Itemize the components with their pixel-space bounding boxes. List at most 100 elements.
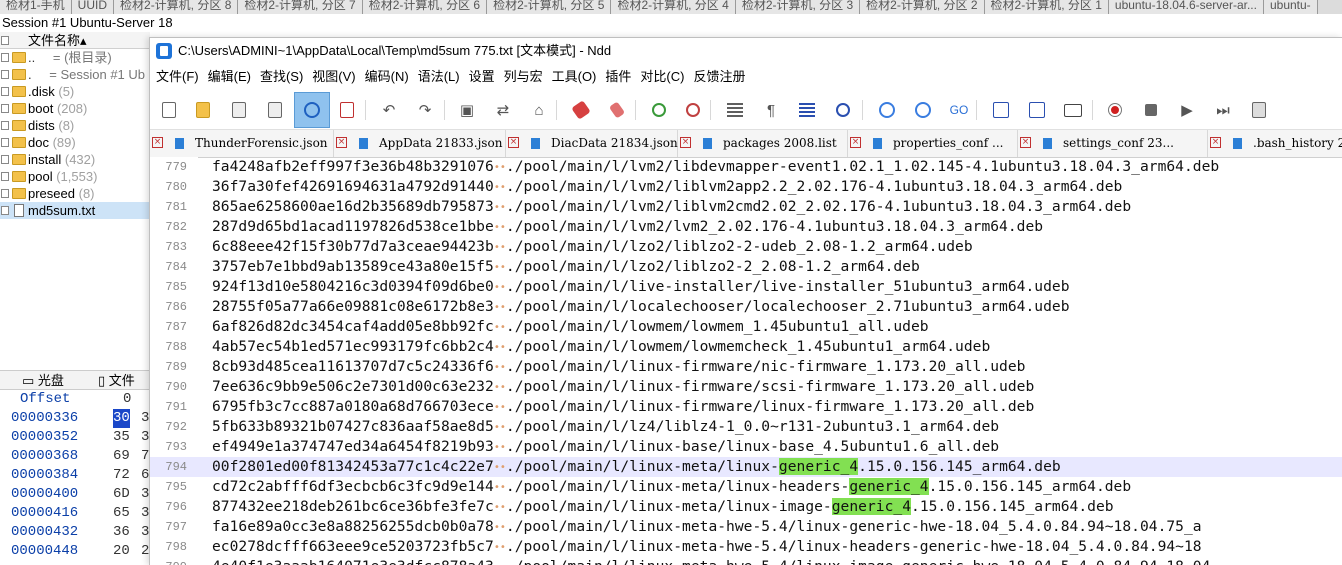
close-tab-icon[interactable]: × [1020,137,1031,148]
redo-icon[interactable]: ↷ [414,99,436,121]
row-checkbox[interactable] [1,70,9,79]
text-editor[interactable]: 779 fa4248afb2eff997f3e36b48b3291076••./p… [150,157,1342,565]
menu-item[interactable]: 列与宏 [503,64,549,90]
hex-byte[interactable]: 72 [113,466,130,485]
file-tab[interactable]: × properties_conf ... [848,130,1018,157]
replace-icon[interactable]: ⇄ [492,99,514,121]
row-checkbox[interactable] [1,138,9,147]
split-vertical-icon[interactable] [1026,99,1048,121]
case-tab[interactable]: 检材2-计算机, 分区 2 [860,0,985,14]
hex-byte[interactable]: 35 [113,428,130,447]
file-monitor-icon[interactable] [294,92,330,128]
target-icon[interactable] [832,99,854,121]
close-tab-icon[interactable]: × [152,137,163,148]
menu-item[interactable]: 语法(L) [417,64,466,90]
goto-icon[interactable]: GO [948,99,970,121]
close-file-icon[interactable] [336,99,358,121]
file-tab[interactable]: × packages 2008.list [678,130,848,157]
play-macro-icon[interactable]: ▶ [1176,99,1198,121]
case-tab[interactable]: 检材2-计算机, 分区 5 [487,0,612,14]
bookmark-icon[interactable]: ⌂ [528,99,550,121]
tree-folder-item[interactable]: boot (208) [0,100,150,117]
file-tab[interactable]: × ThunderForensic.json [150,130,334,157]
hex-view[interactable]: Offset 0 00000336 30 3 00000352 35 3 00000368 6… [0,390,150,565]
save-macro-icon[interactable] [1248,99,1270,121]
menu-item[interactable]: 编码(N) [364,64,415,90]
case-tab[interactable]: 检材2-计算机, 分区 4 [611,0,736,14]
tree-file-item[interactable]: md5sum.txt [0,202,150,219]
eraser-icon[interactable] [570,99,592,121]
close-tab-icon[interactable]: × [1210,137,1221,148]
new-file-icon[interactable] [158,99,180,121]
tree-folder-item[interactable]: pool (1,553) [0,168,150,185]
case-tab[interactable]: 检材2-计算机, 分区 1 [984,0,1109,14]
tree-folder-item[interactable]: preseed (8) [0,185,150,202]
prev-arrow-icon[interactable] [876,99,898,121]
close-tab-icon[interactable]: × [850,137,861,148]
case-tab[interactable]: ubuntu-18.04.6-server-ar... [1108,0,1264,14]
menu-item[interactable]: 反馈注册 [692,64,751,90]
file-tab[interactable]: × AppData 21833.json [334,130,506,157]
menu-item[interactable]: 插件 [604,64,637,90]
menu-item[interactable]: 文件(F) [155,64,205,90]
hex-byte[interactable]: 69 [113,447,130,466]
tree-folder-item[interactable]: install (432) [0,151,150,168]
hex-byte[interactable]: 20 [113,542,130,561]
tab-file[interactable]: ▯ 文件 [98,372,135,390]
split-horizontal-icon[interactable] [990,99,1012,121]
select-all-checkbox[interactable] [1,36,9,45]
row-checkbox[interactable] [1,155,9,164]
tree-folder-item[interactable]: .. = (根目录) [0,49,150,66]
hex-byte[interactable]: 65 [113,504,130,523]
menu-item[interactable]: 编辑(E) [207,64,257,90]
menu-item[interactable]: 视图(V) [311,64,361,90]
row-checkbox[interactable] [1,87,9,96]
word-wrap-icon[interactable] [724,99,746,121]
file-tab[interactable]: × DiacData 21834.json [506,130,678,157]
case-tab[interactable]: UUID [71,0,115,14]
row-checkbox[interactable] [1,121,9,130]
open-folder-icon[interactable] [192,99,214,121]
case-tab[interactable]: 检材2-计算机, 分区 7 [238,0,363,14]
show-symbols-icon[interactable]: ¶ [760,99,782,121]
row-checkbox[interactable] [1,189,9,198]
row-checkbox[interactable] [1,53,9,62]
tree-folder-item[interactable]: .disk (5) [0,83,150,100]
hex-byte[interactable]: 30 [113,409,130,428]
case-tab[interactable]: 检材1-手机 [0,0,72,14]
file-tab[interactable]: × settings_conf 23... [1018,130,1208,157]
indent-guide-icon[interactable] [796,99,818,121]
row-checkbox[interactable] [1,104,9,113]
save-all-icon[interactable] [264,99,286,121]
save-icon[interactable] [228,99,250,121]
menu-item[interactable]: 设置 [468,64,501,90]
clear-mark-icon[interactable] [606,99,628,121]
next-arrow-icon[interactable] [912,99,934,121]
stop-macro-icon[interactable] [1140,99,1162,121]
tree-folder-item[interactable]: dists (8) [0,117,150,134]
record-macro-icon[interactable] [1104,99,1126,121]
case-tab[interactable]: 检材2-计算机, 分区 3 [735,0,861,14]
case-tab[interactable]: 检材2-计算机, 分区 6 [362,0,488,14]
hex-byte[interactable]: 36 [113,523,130,542]
menu-item[interactable]: 查找(S) [259,64,309,90]
close-tab-icon[interactable]: × [680,137,691,148]
hex-byte[interactable]: 6D [113,485,130,504]
zoom-out-icon[interactable] [682,99,704,121]
close-tab-icon[interactable]: × [336,137,347,148]
tab-disk[interactable]: ▭ 光盘 [22,372,64,390]
case-tab[interactable]: ubuntu- [1263,0,1318,14]
file-tab[interactable]: × .bash_history 2 [1208,130,1342,157]
undo-icon[interactable]: ↶ [378,99,400,121]
menu-item[interactable]: 对比(C) [639,64,690,90]
tree-folder-item[interactable]: . = Session #1 Ub [0,66,150,83]
binoculars-icon[interactable]: ▣ [456,99,478,121]
monitor-icon[interactable] [1062,99,1084,121]
zoom-in-icon[interactable] [648,99,670,121]
row-checkbox[interactable] [1,206,9,215]
menu-item[interactable]: 工具(O) [551,64,603,90]
tree-column-header[interactable]: 文件名称▴ [0,32,150,49]
row-checkbox[interactable] [1,172,9,181]
run-macro-icon[interactable]: ⏭ [1212,99,1234,121]
close-tab-icon[interactable]: × [508,137,519,148]
